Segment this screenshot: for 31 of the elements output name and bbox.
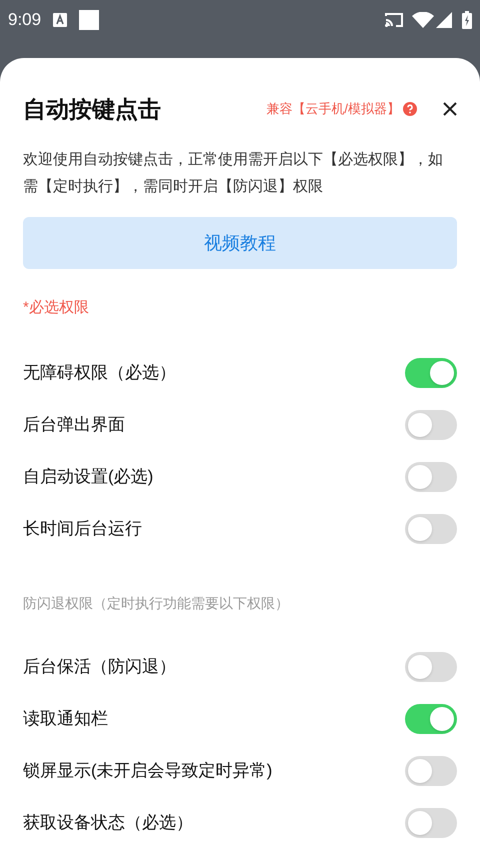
- toggle-switch[interactable]: [405, 652, 457, 682]
- section-label: *必选权限: [23, 298, 89, 318]
- toggle-switch[interactable]: [405, 808, 457, 838]
- toggle-switch[interactable]: [405, 756, 457, 786]
- cast-icon: [384, 12, 404, 28]
- toggle-switch[interactable]: [405, 704, 457, 734]
- help-icon: [403, 102, 417, 116]
- wifi-icon: [412, 12, 434, 28]
- permission-label: 后台保活（防闪退）: [23, 656, 177, 678]
- video-tutorial-button[interactable]: 视频教程: [23, 217, 457, 269]
- permission-label: 后台弹出界面: [23, 414, 126, 436]
- toggle-switch[interactable]: [405, 514, 457, 544]
- battery-icon: [462, 11, 472, 29]
- permission-label: 自启动设置(必选): [23, 466, 154, 488]
- toggle-switch[interactable]: [405, 462, 457, 492]
- toggle-switch[interactable]: [405, 410, 457, 440]
- description-text: 欢迎使用自动按键点击，正常使用需开启以下【必选权限】，如需【定时执行】，需同时开启【防闪退】权限: [23, 150, 444, 197]
- permission-label: 读取通知栏: [23, 708, 109, 730]
- section-label: 防闪退权限（定时执行功能需要以下权限）: [23, 594, 289, 612]
- notification-icon: [79, 10, 100, 30]
- permission-label: 无障碍权限（必选）: [23, 362, 177, 384]
- compat-link[interactable]: 兼容【云手机/模拟器】: [266, 99, 400, 119]
- close-icon[interactable]: [443, 102, 457, 116]
- toggle-switch[interactable]: [405, 358, 457, 388]
- permission-label: 锁屏显示(未开启会导致定时异常): [23, 760, 274, 782]
- status-time: 9:09: [8, 9, 42, 32]
- keyboard-icon: [53, 13, 68, 27]
- permission-label: 获取设备状态（必选）: [23, 812, 194, 834]
- signal-icon: [436, 12, 452, 28]
- permission-label: 长时间后台运行: [23, 518, 143, 540]
- dialog-title: 自动按键点击: [23, 94, 162, 124]
